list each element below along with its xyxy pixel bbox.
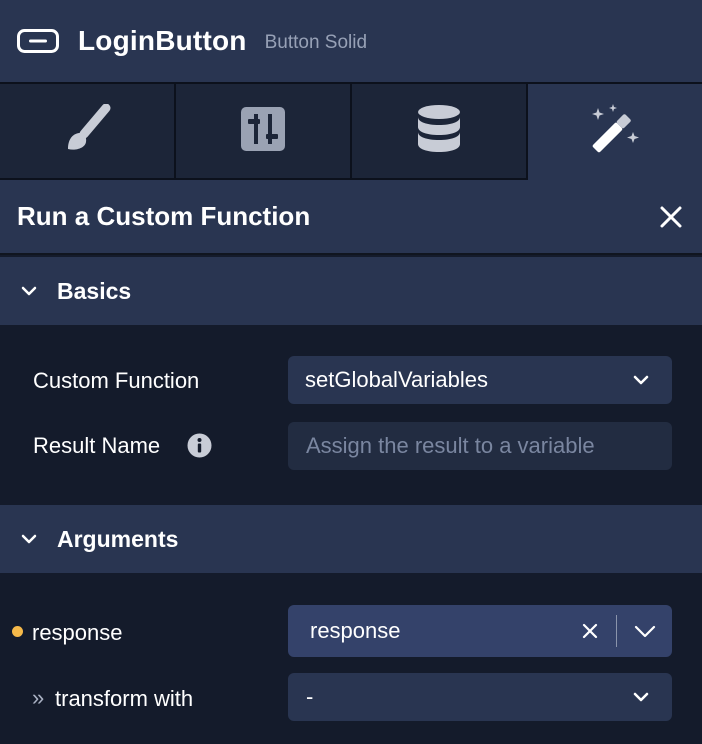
section-basics-body: Custom Function setGlobalVariables Resul… xyxy=(0,325,702,505)
chevron-down-icon xyxy=(632,371,650,394)
field-divider xyxy=(616,615,617,647)
result-name-input[interactable]: Assign the result to a variable xyxy=(288,422,672,470)
chevron-down-icon xyxy=(19,281,39,301)
required-indicator xyxy=(12,626,23,637)
section-basics-label: Basics xyxy=(57,277,132,304)
section-arguments-body: response response » transform with - xyxy=(0,573,702,744)
database-icon xyxy=(417,104,461,158)
paintbrush-icon xyxy=(62,103,112,159)
tab-actions[interactable] xyxy=(528,82,702,180)
component-name: LoginButton xyxy=(78,25,247,56)
close-icon[interactable] xyxy=(658,204,684,230)
transform-value: - xyxy=(306,684,314,709)
argument-response-label: response xyxy=(32,620,123,645)
magic-wand-icon xyxy=(589,103,641,161)
transform-select[interactable]: - xyxy=(288,673,672,721)
property-tabs xyxy=(0,82,702,180)
tab-properties[interactable] xyxy=(176,82,352,180)
component-header: LoginButton Button Solid xyxy=(0,0,702,82)
action-panel-header: Run a Custom Function xyxy=(0,180,702,255)
custom-function-label: Custom Function xyxy=(33,368,200,393)
tab-data[interactable] xyxy=(352,82,528,180)
transform-label: transform with xyxy=(55,686,194,711)
section-arguments-label: Arguments xyxy=(57,525,179,552)
chevron-down-icon[interactable] xyxy=(634,621,656,646)
button-icon xyxy=(17,29,59,53)
chevron-down-icon xyxy=(19,529,39,549)
argument-response-value: response xyxy=(310,618,401,643)
custom-function-select[interactable]: setGlobalVariables xyxy=(288,356,672,404)
chevron-down-icon xyxy=(632,688,650,711)
section-basics-header[interactable]: Basics xyxy=(0,257,702,325)
argument-response-select[interactable]: response xyxy=(288,605,672,657)
transform-prefix: » xyxy=(32,685,45,710)
panel-title: Run a Custom Function xyxy=(17,201,311,231)
custom-function-value: setGlobalVariables xyxy=(305,367,489,392)
clear-icon[interactable] xyxy=(581,622,599,645)
info-icon[interactable] xyxy=(187,433,212,458)
result-name-label: Result Name xyxy=(33,433,161,458)
section-arguments-header[interactable]: Arguments xyxy=(0,505,702,573)
result-name-placeholder: Assign the result to a variable xyxy=(306,433,595,458)
component-type: Button Solid xyxy=(264,31,368,53)
sliders-icon xyxy=(241,106,285,156)
tab-style[interactable] xyxy=(0,82,176,180)
